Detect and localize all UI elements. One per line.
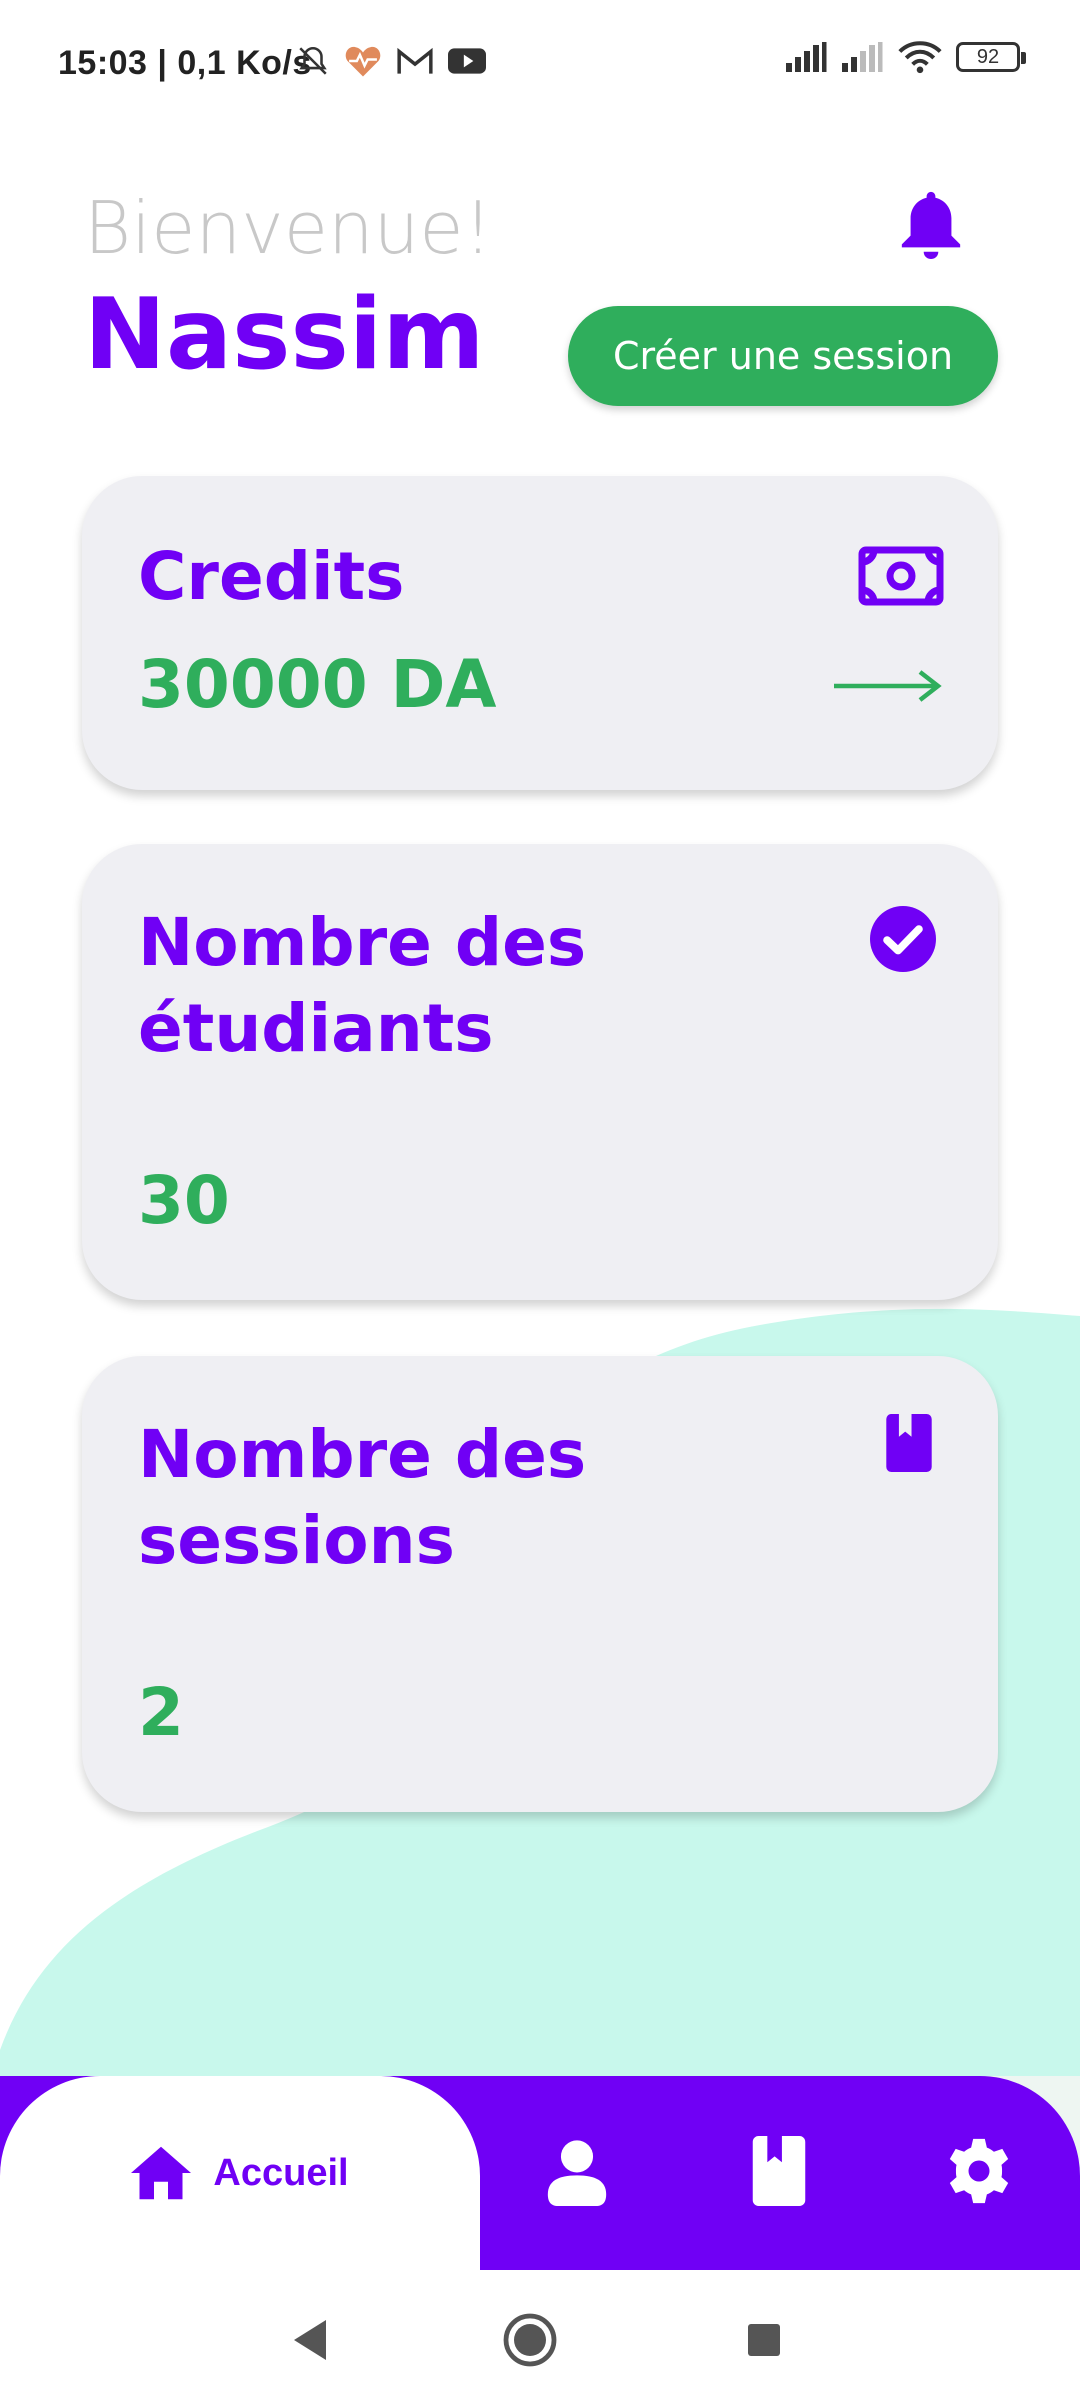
gmail-icon [397, 47, 433, 74]
bell-icon[interactable] [896, 186, 966, 262]
book-icon [886, 1414, 932, 1472]
person-icon[interactable] [542, 2136, 612, 2206]
sessions-title-line1: Nombre des [138, 1416, 587, 1493]
bell-off-icon [299, 46, 327, 75]
battery-icon: 92 [956, 42, 1026, 72]
banknote-icon [858, 546, 944, 606]
students-title-line2: étudiants [138, 990, 494, 1067]
gear-icon[interactable] [944, 2136, 1014, 2206]
youtube-icon [448, 48, 486, 74]
status-notification-icons [296, 44, 486, 78]
credits-value: 30000 DA [138, 646, 497, 723]
students-card[interactable]: Nombre des étudiants 30 [82, 844, 998, 1300]
students-title-line1: Nombre des [138, 904, 587, 981]
status-system-icons: 92 [786, 40, 1026, 74]
book-nav-icon[interactable] [744, 2136, 814, 2206]
sessions-title: Nombre des sessions [138, 1412, 586, 1584]
create-session-button[interactable]: Créer une session [568, 306, 998, 406]
recents-icon[interactable] [746, 2322, 782, 2358]
system-navigation-bar [0, 2270, 1080, 2400]
wifi-icon [898, 41, 942, 74]
credits-card[interactable]: Credits 30000 DA [82, 476, 998, 790]
signal-icon [786, 42, 827, 72]
heart-rate-icon [345, 46, 381, 77]
nav-home-label: Accueil [213, 2151, 349, 2194]
sessions-value: 2 [138, 1674, 184, 1751]
username: Nassim [84, 278, 485, 392]
battery-level: 92 [976, 45, 1000, 68]
check-circle-icon [870, 906, 936, 972]
status-time: 15:03 | 0,1 Ko/s [58, 44, 312, 82]
sessions-title-line2: sessions [138, 1502, 455, 1579]
sessions-card[interactable]: Nombre des sessions 2 [82, 1356, 998, 1812]
home-circle-icon[interactable] [502, 2312, 558, 2368]
greeting-text: Bienvenue! [84, 186, 493, 270]
home-icon [131, 2146, 192, 2200]
signal-icon [842, 42, 883, 72]
students-value: 30 [138, 1162, 230, 1239]
status-bar: 15:03 | 0,1 Ko/s 92 [0, 0, 1080, 130]
credits-title: Credits [138, 538, 405, 615]
nav-item-home[interactable]: Accueil [0, 2076, 480, 2270]
arrow-right-icon[interactable] [832, 666, 942, 706]
students-title: Nombre des étudiants [138, 900, 586, 1072]
back-icon[interactable] [290, 2318, 330, 2362]
